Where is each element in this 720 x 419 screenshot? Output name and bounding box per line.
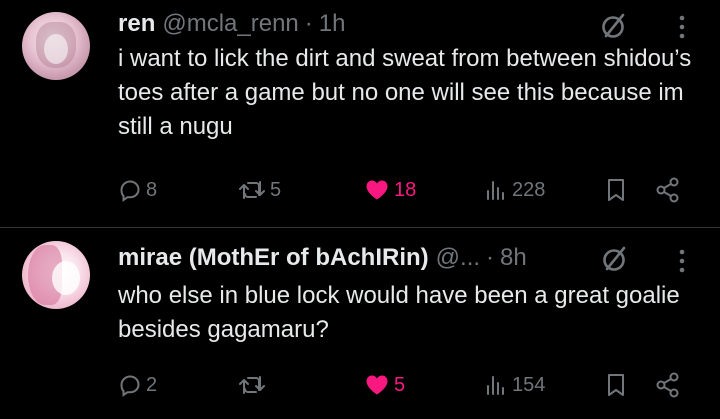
share-icon [654,372,682,398]
reply-count: 8 [146,178,158,201]
retweet-count: 5 [270,178,282,201]
more-icon[interactable] [677,248,687,274]
display-name[interactable]: mirae (MothEr of bAchIRin) [118,244,429,272]
retweet-button[interactable]: 5 [238,175,281,205]
no-sign-icon[interactable] [602,246,628,272]
views-button[interactable]: 228 [484,175,545,205]
like-count: 5 [394,373,406,396]
view-count: 228 [512,178,546,201]
tweet-header: ren @mcla_renn · 1h [118,9,345,39]
avatar[interactable] [22,241,90,309]
bookmark-button[interactable] [604,370,628,400]
like-count: 18 [394,178,417,201]
bookmark-button[interactable] [604,175,628,205]
reply-count: 2 [146,373,158,396]
reply-button[interactable]: 2 [118,370,157,400]
views-button[interactable]: 154 [484,370,545,400]
no-sign-icon[interactable] [601,13,627,39]
retweet-icon [238,178,266,202]
user-handle[interactable]: @mcla_renn [162,10,298,38]
share-button[interactable] [654,175,682,205]
like-button[interactable]: 18 [364,175,416,205]
separator-dot: · [304,10,313,37]
more-icon[interactable] [677,14,687,40]
views-icon [484,373,508,397]
timestamp[interactable]: 8h [500,244,527,272]
heart-icon [364,373,390,397]
reply-icon [118,178,142,202]
heart-icon [364,178,390,202]
action-bar: 8 5 18 228 [0,175,720,205]
reply-button[interactable]: 8 [118,175,157,205]
action-bar: 2 5 154 [0,370,720,400]
views-icon [484,178,508,202]
tweet-header: mirae (MothEr of bAchIRin) @... · 8h [118,243,527,273]
timestamp[interactable]: 1h [319,10,346,38]
tweet[interactable]: mirae (MothEr of bAchIRin) @... · 8h who… [0,228,720,419]
share-button[interactable] [654,370,682,400]
separator-dot: · [486,244,495,271]
retweet-button[interactable] [238,370,270,400]
view-count: 154 [512,373,546,396]
reply-icon [118,373,142,397]
retweet-icon [238,373,266,397]
share-icon [654,177,682,203]
tweet-text: i want to lick the dirt and sweat from b… [118,45,692,140]
bookmark-icon [604,177,628,203]
display-name[interactable]: ren [118,10,155,38]
user-handle[interactable]: @... [436,244,480,272]
like-button[interactable]: 5 [364,370,405,400]
bookmark-icon [604,372,628,398]
avatar[interactable] [22,12,90,80]
tweet-text: who else in blue lock would have been a … [118,282,680,343]
tweet[interactable]: ren @mcla_renn · 1h i want to lick the d… [0,0,720,227]
